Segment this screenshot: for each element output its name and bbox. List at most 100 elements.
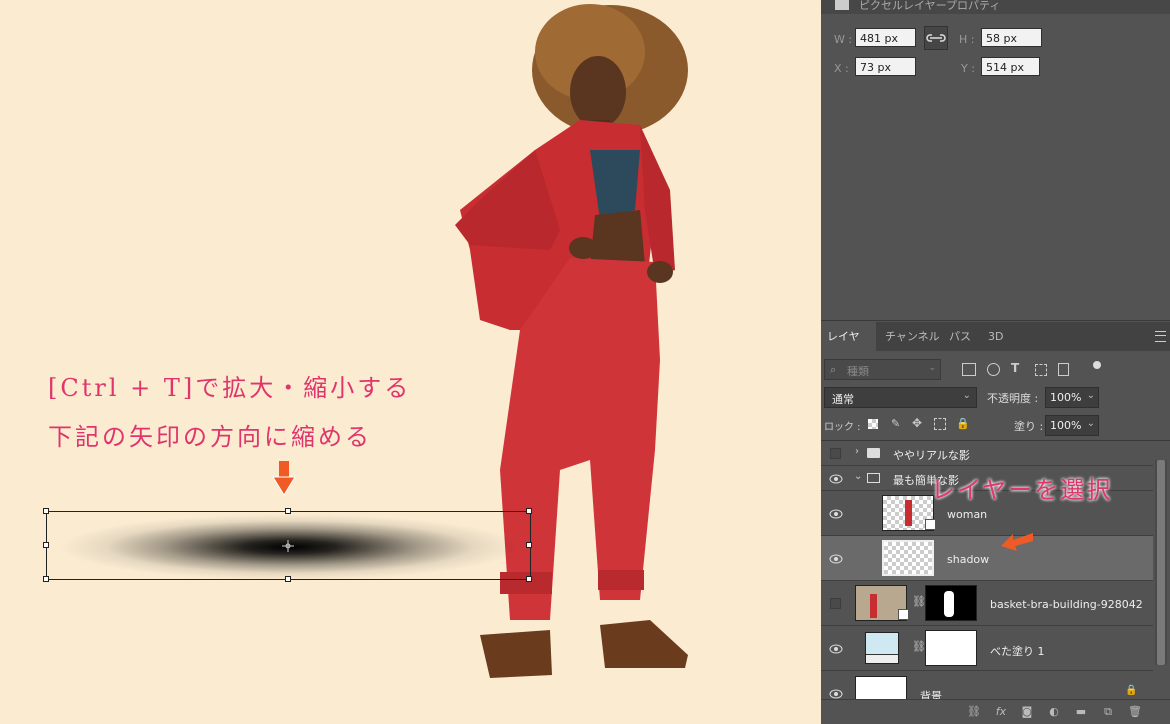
layers-scrollbar[interactable] bbox=[1155, 460, 1167, 665]
layer-filter-dropdown[interactable]: ⌕ 種類 ⌄ bbox=[824, 359, 941, 380]
fill-label: 塗り : bbox=[1014, 420, 1044, 433]
new-group-icon[interactable]: ▬ bbox=[1074, 705, 1088, 719]
select-layer-callout: レイヤーを選択 bbox=[931, 476, 1113, 504]
lock-icon: 🔒 bbox=[1125, 685, 1138, 696]
eye-icon[interactable] bbox=[829, 509, 843, 519]
filter-adjustment-icon[interactable] bbox=[987, 363, 1000, 376]
lock-all-icon[interactable]: 🔒 bbox=[956, 417, 970, 430]
folder-open-icon bbox=[867, 473, 880, 483]
filter-type-icon[interactable]: T bbox=[1011, 361, 1019, 375]
tab-3d[interactable]: 3D bbox=[982, 322, 1009, 351]
fill-value: 100% bbox=[1050, 419, 1082, 432]
filter-shape-icon[interactable] bbox=[1035, 364, 1047, 376]
right-panel: ピクセルレイヤープロパティ W : 481 px H : 58 px X : 7… bbox=[821, 0, 1170, 724]
lock-paint-icon[interactable]: ✎ bbox=[891, 417, 900, 430]
width-field[interactable]: 481 px bbox=[855, 28, 916, 47]
annotation-line-2: 下記の矢印の方向に縮める bbox=[48, 423, 372, 451]
eye-icon[interactable] bbox=[829, 474, 843, 484]
filter-toggle-icon[interactable] bbox=[1093, 361, 1101, 369]
transform-handle[interactable] bbox=[526, 576, 532, 582]
chevron-down-icon: ⌄ bbox=[1086, 390, 1095, 401]
height-field[interactable]: 58 px bbox=[981, 28, 1042, 47]
fill-thumbnail-icon bbox=[865, 632, 899, 664]
eye-icon[interactable] bbox=[829, 554, 843, 564]
trash-icon[interactable]: 🗑 bbox=[1128, 705, 1142, 719]
scrollbar-thumb[interactable] bbox=[1157, 460, 1165, 665]
tab-paths[interactable]: パス bbox=[943, 322, 977, 351]
lock-label: ロック : bbox=[824, 422, 861, 433]
filter-pixel-icon[interactable] bbox=[962, 363, 976, 376]
layer-name: shadow bbox=[947, 553, 990, 566]
transform-handle[interactable] bbox=[43, 576, 49, 582]
lock-transparent-icon[interactable] bbox=[868, 419, 878, 429]
transform-center-icon[interactable] bbox=[282, 540, 294, 552]
add-mask-icon[interactable]: ◙ bbox=[1020, 705, 1034, 719]
search-icon: ⌕ bbox=[830, 363, 837, 376]
transform-handle[interactable] bbox=[526, 542, 532, 548]
tab-layers[interactable]: レイヤー bbox=[821, 322, 876, 372]
blend-mode-dropdown[interactable]: 通常 ⌄ bbox=[824, 387, 977, 408]
layer-row-shadow[interactable]: shadow bbox=[821, 536, 1153, 581]
visibility-toggle[interactable] bbox=[830, 598, 841, 609]
y-field[interactable]: 514 px bbox=[981, 57, 1040, 76]
adjustment-layer-icon[interactable]: ◐ bbox=[1047, 705, 1061, 719]
properties-title: ピクセルレイヤープロパティ bbox=[859, 0, 1001, 12]
smart-object-badge-icon bbox=[925, 519, 936, 530]
x-field[interactable]: 73 px bbox=[855, 57, 916, 76]
layer-row-fill[interactable]: ⛓ べた塗り 1 bbox=[821, 626, 1153, 671]
annotation-line-1: [Ctrl + T]で拡大・縮小する bbox=[48, 374, 412, 402]
link-layers-icon[interactable]: ⛓ bbox=[967, 705, 981, 719]
lock-move-icon[interactable]: ✥ bbox=[912, 416, 922, 430]
panel-menu-icon[interactable] bbox=[1155, 331, 1166, 342]
chevron-right-icon[interactable]: › bbox=[855, 446, 859, 457]
opacity-field[interactable]: 100% ⌄ bbox=[1045, 387, 1099, 408]
chevron-down-icon[interactable]: ⌄ bbox=[854, 471, 862, 482]
transform-handle[interactable] bbox=[526, 508, 532, 514]
filter-kind-label: 種類 bbox=[847, 365, 869, 378]
layer-mask-thumbnail bbox=[925, 630, 977, 666]
folder-icon bbox=[867, 448, 880, 458]
document-canvas[interactable]: [Ctrl + T]で拡大・縮小する 下記の矢印の方向に縮める bbox=[0, 0, 821, 723]
opacity-label: 不透明度 : bbox=[987, 392, 1039, 405]
w-label: W : bbox=[834, 33, 853, 46]
link-icon[interactable]: ⛓ bbox=[912, 640, 926, 653]
layer-row-photo[interactable]: ⛓ basket-bra-building-928042 bbox=[821, 581, 1153, 626]
blend-mode-value: 通常 bbox=[832, 393, 854, 406]
opacity-value: 100% bbox=[1050, 391, 1082, 404]
transform-handle[interactable] bbox=[285, 508, 291, 514]
h-label: H : bbox=[959, 33, 975, 46]
layers-footer: ⛓ fx ◙ ◐ ▬ ⧉ 🗑 bbox=[821, 699, 1170, 724]
layer-mask-thumbnail bbox=[925, 585, 977, 621]
layer-thumbnail bbox=[882, 540, 934, 576]
layer-name: basket-bra-building-928042 bbox=[990, 598, 1143, 611]
link-dimensions-button[interactable] bbox=[924, 26, 948, 50]
fill-field[interactable]: 100% ⌄ bbox=[1045, 415, 1099, 436]
chevron-down-icon: ⌄ bbox=[962, 390, 971, 401]
transform-handle[interactable] bbox=[43, 508, 49, 514]
filter-smart-object-icon[interactable] bbox=[1058, 363, 1069, 376]
chevron-down-icon: ⌄ bbox=[928, 363, 936, 373]
layer-name: woman bbox=[947, 508, 988, 521]
layer-row-background[interactable]: 背景 🔒 bbox=[821, 671, 1153, 704]
chevron-down-icon: ⌄ bbox=[1086, 418, 1095, 429]
layer-name: べた塗り 1 bbox=[990, 645, 1045, 658]
lock-artboard-icon[interactable] bbox=[934, 418, 946, 430]
pixel-layer-icon bbox=[835, 0, 849, 10]
tab-channels[interactable]: チャンネル bbox=[879, 322, 946, 351]
layers-panel-tabs: レイヤー チャンネル パス 3D bbox=[821, 322, 1170, 372]
visibility-toggle[interactable] bbox=[830, 448, 841, 459]
smart-object-badge-icon bbox=[898, 609, 909, 620]
link-icon[interactable]: ⛓ bbox=[912, 595, 926, 608]
down-arrow-icon bbox=[272, 461, 296, 496]
layer-row-group[interactable]: › ややリアルな影 bbox=[821, 441, 1153, 466]
transform-handle[interactable] bbox=[43, 542, 49, 548]
new-layer-icon[interactable]: ⧉ bbox=[1101, 705, 1115, 719]
fx-icon[interactable]: fx bbox=[994, 705, 1008, 719]
pointer-arrow-icon bbox=[1001, 533, 1033, 551]
y-label: Y : bbox=[961, 62, 975, 75]
transform-handle[interactable] bbox=[285, 576, 291, 582]
eye-icon[interactable] bbox=[829, 689, 843, 699]
x-label: X : bbox=[834, 62, 849, 75]
eye-icon[interactable] bbox=[829, 644, 843, 654]
woman-image bbox=[455, 4, 688, 678]
